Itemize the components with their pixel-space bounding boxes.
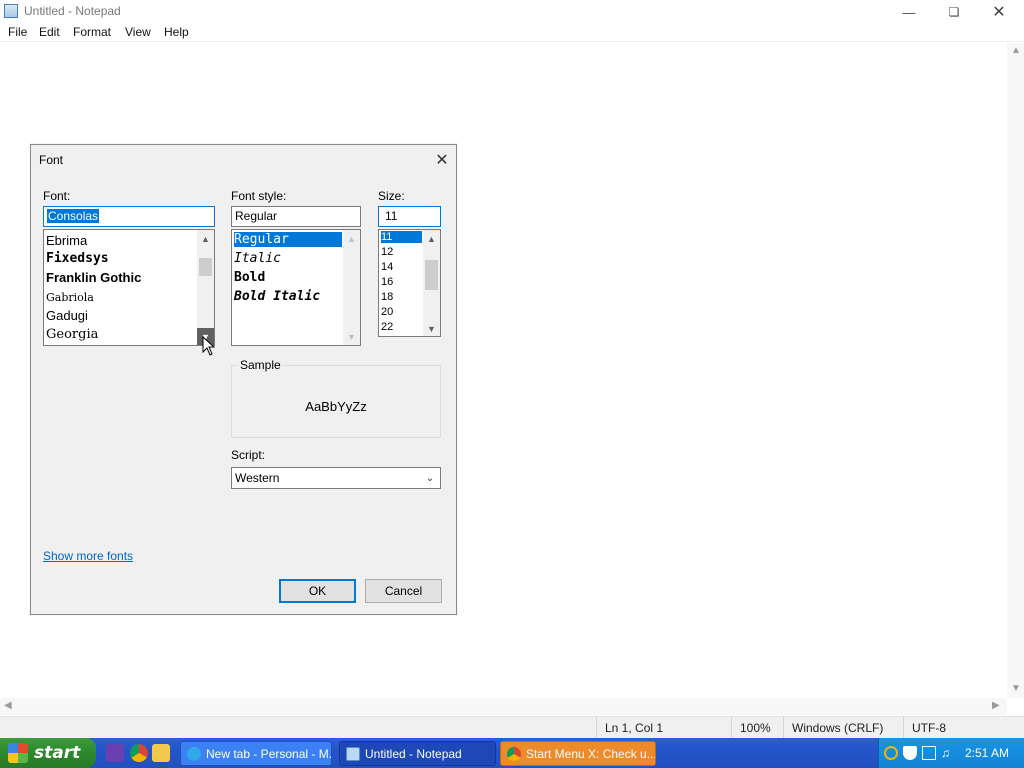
file-explorer-icon[interactable] <box>152 744 170 762</box>
scroll-left-icon[interactable]: ◀ <box>4 700 12 711</box>
style-item-regular[interactable]: Regular <box>234 232 342 247</box>
size-item[interactable]: 12 <box>381 246 393 258</box>
font-item-franklin-gothic[interactable]: Franklin Gothic <box>46 270 141 285</box>
font-item-ebrima[interactable]: Ebrima <box>46 233 87 248</box>
status-position: Ln 1, Col 1 <box>596 717 730 739</box>
style-list-scrollbar[interactable]: ▲ ▼ <box>343 230 360 345</box>
font-list[interactable]: Ebrima Fixedsys Franklin Gothic Gabriola… <box>43 229 215 346</box>
size-item[interactable]: 20 <box>381 306 393 318</box>
script-label: Script: <box>231 448 266 462</box>
show-more-fonts-link[interactable]: Show more fonts <box>43 549 133 563</box>
size-label: Size: <box>378 189 405 203</box>
network-icon[interactable] <box>922 746 936 760</box>
notepad-icon <box>4 4 18 18</box>
style-item-bold-italic[interactable]: Bold Italic <box>234 289 320 304</box>
chevron-down-icon[interactable]: ⌄ <box>423 470 437 486</box>
font-dialog: Font ✕ Font: Consolas Ebrima Fixedsys Fr… <box>30 144 457 615</box>
font-size-input[interactable]: 11 <box>378 206 441 227</box>
scroll-up-icon[interactable]: ▲ <box>343 230 360 247</box>
title-bar: Untitled - Notepad — ❏ ✕ <box>0 0 1024 24</box>
status-zoom: 100% <box>731 717 783 739</box>
menu-help[interactable]: Help <box>164 25 189 39</box>
size-item[interactable]: 22 <box>381 321 393 333</box>
minimize-button[interactable]: — <box>886 0 932 24</box>
scroll-thumb[interactable] <box>199 258 212 276</box>
scroll-down-icon[interactable]: ▼ <box>343 328 360 345</box>
font-size-list[interactable]: 11 12 14 16 18 20 22 ▲ ▼ <box>378 229 441 337</box>
scroll-down-icon[interactable]: ▼ <box>1011 683 1021 694</box>
sample-preview: AaBbYyZz <box>305 399 367 414</box>
shield-icon[interactable] <box>903 746 917 760</box>
task-label: Untitled - Notepad <box>365 746 462 761</box>
close-button[interactable]: ✕ <box>976 0 1022 24</box>
mouse-cursor-icon <box>202 336 216 356</box>
vertical-scrollbar[interactable]: ▲ ▼ <box>1007 43 1024 698</box>
style-item-italic[interactable]: Italic <box>234 251 281 266</box>
search-icon[interactable] <box>884 746 898 760</box>
style-item-bold[interactable]: Bold <box>234 270 265 285</box>
font-item-gadugi[interactable]: Gadugi <box>46 308 88 323</box>
system-tray: ♫ 2:51 AM <box>878 738 1024 768</box>
size-item[interactable]: 18 <box>381 291 393 303</box>
font-style-list[interactable]: Regular Italic Bold Bold Italic ▲ ▼ <box>231 229 361 346</box>
cancel-button[interactable]: Cancel <box>365 579 442 603</box>
taskbar-item-notepad[interactable]: Untitled - Notepad <box>339 741 496 766</box>
scroll-down-icon[interactable]: ▼ <box>423 320 440 336</box>
horizontal-scrollbar[interactable]: ◀ ▶ <box>0 698 1007 715</box>
scroll-thumb[interactable] <box>425 260 438 290</box>
size-item[interactable]: 11 <box>381 231 422 243</box>
taskbar-item-edge[interactable]: New tab - Personal - M... <box>180 741 332 766</box>
dialog-close-button[interactable]: ✕ <box>431 149 453 171</box>
windows-logo-icon <box>8 743 28 763</box>
scroll-up-icon[interactable]: ▲ <box>197 230 214 247</box>
status-bar: Ln 1, Col 1 100% Windows (CRLF) UTF-8 <box>0 716 1024 739</box>
font-label: Font: <box>43 189 71 203</box>
font-item-fixedsys[interactable]: Fixedsys <box>46 251 109 266</box>
menu-format[interactable]: Format <box>73 25 111 39</box>
size-item[interactable]: 14 <box>381 261 393 273</box>
font-list-scrollbar[interactable]: ▲ ▼ <box>197 230 214 345</box>
ok-button[interactable]: OK <box>279 579 356 603</box>
chrome-icon <box>507 746 521 761</box>
font-name-input[interactable]: Consolas <box>43 206 215 227</box>
scroll-up-icon[interactable]: ▲ <box>1011 45 1021 56</box>
task-label: Start Menu X: Check u... <box>526 746 656 761</box>
menu-bar: File Edit Format View Help <box>0 24 1024 42</box>
script-value: Western <box>235 471 280 485</box>
notepad-icon <box>346 746 360 761</box>
menu-view[interactable]: View <box>125 25 151 39</box>
scroll-right-icon[interactable]: ▶ <box>992 700 1000 711</box>
close-icon: ✕ <box>435 152 449 169</box>
task-label: New tab - Personal - M... <box>206 746 332 761</box>
style-label: Font style: <box>231 189 287 203</box>
font-item-georgia[interactable]: Georgia <box>46 327 98 342</box>
dialog-title: Font <box>39 153 64 167</box>
status-encoding: UTF-8 <box>903 717 1024 739</box>
start-label: start <box>34 743 81 763</box>
status-line-ending: Windows (CRLF) <box>783 717 903 739</box>
sample-label: Sample <box>237 358 284 372</box>
menu-edit[interactable]: Edit <box>39 25 60 39</box>
volume-icon[interactable]: ♫ <box>941 746 955 760</box>
font-item-gabriola[interactable]: Gabriola <box>46 291 94 304</box>
size-item[interactable]: 16 <box>381 276 393 288</box>
script-dropdown[interactable]: Western ⌄ <box>231 467 441 489</box>
menu-file[interactable]: File <box>8 25 27 39</box>
minimize-icon: — <box>902 4 916 20</box>
font-style-input[interactable]: Regular <box>231 206 361 227</box>
window-title: Untitled - Notepad <box>24 4 121 18</box>
scroll-up-icon[interactable]: ▲ <box>423 230 440 247</box>
size-list-scrollbar[interactable]: ▲ ▼ <box>423 230 440 336</box>
visual-studio-icon[interactable] <box>106 744 124 762</box>
taskbar-item-chrome[interactable]: Start Menu X: Check u... <box>500 741 656 766</box>
clock[interactable]: 2:51 AM <box>965 746 1009 760</box>
font-name-value: Consolas <box>47 209 100 223</box>
restore-button[interactable]: ❏ <box>931 0 977 24</box>
close-icon: ✕ <box>992 4 1006 21</box>
chrome-icon[interactable] <box>130 744 148 762</box>
edge-icon <box>187 746 201 761</box>
restore-icon: ❏ <box>948 5 960 19</box>
start-button[interactable]: start <box>0 738 96 768</box>
